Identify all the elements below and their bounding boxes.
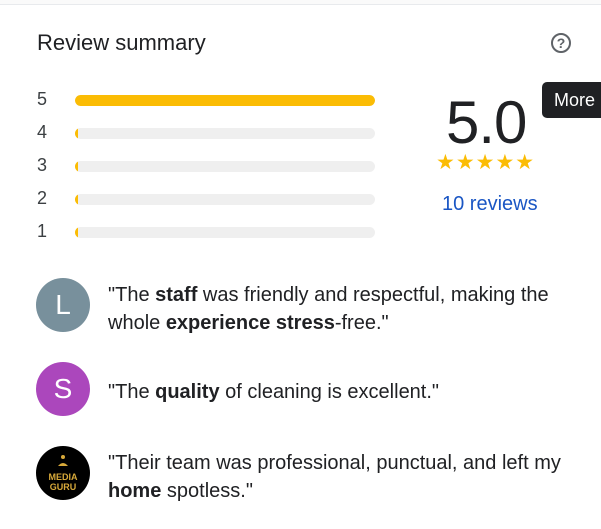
- rating-bar-track: [75, 128, 375, 139]
- avatar[interactable]: MEDIA GURU: [36, 446, 90, 500]
- rating-bar-fill: [75, 95, 375, 106]
- star-rating-icons: ★★★★★: [436, 151, 536, 174]
- rating-row-label: 4: [37, 122, 48, 142]
- avatar[interactable]: L: [36, 278, 90, 332]
- top-divider: [0, 0, 601, 5]
- rating-bar-fill: [75, 227, 78, 238]
- rating-row-label: 1: [37, 221, 48, 241]
- rating-bar-track: [75, 161, 375, 172]
- rating-bar-fill: [75, 128, 78, 139]
- review-quote: "The staff was friendly and respectful, …: [108, 284, 549, 334]
- meditation-figure-icon: [58, 455, 68, 466]
- reviews-count-link[interactable]: 10 reviews: [442, 193, 538, 216]
- rating-bar-track: [75, 227, 375, 238]
- rating-bar-fill: [75, 161, 78, 172]
- rating-row-label: 2: [37, 188, 48, 208]
- section-title: Review summary: [37, 30, 206, 55]
- more-tooltip[interactable]: More: [542, 82, 601, 118]
- help-circle-icon[interactable]: ?: [551, 33, 571, 53]
- rating-row-label: 3: [37, 155, 48, 175]
- rating-bar-track: [75, 95, 375, 106]
- logo-text-line2: GURU: [49, 482, 77, 492]
- avatar[interactable]: S: [36, 362, 90, 416]
- rating-bar-fill: [75, 194, 78, 205]
- review-quote: "Their team was professional, punctual, …: [108, 452, 561, 502]
- average-rating-score: 5.0: [446, 89, 527, 156]
- logo-text-line1: MEDIA: [48, 472, 78, 482]
- review-quote: "The quality of cleaning is excellent.": [108, 381, 440, 403]
- rating-row-label: 5: [37, 89, 48, 109]
- rating-bar-track: [75, 194, 375, 205]
